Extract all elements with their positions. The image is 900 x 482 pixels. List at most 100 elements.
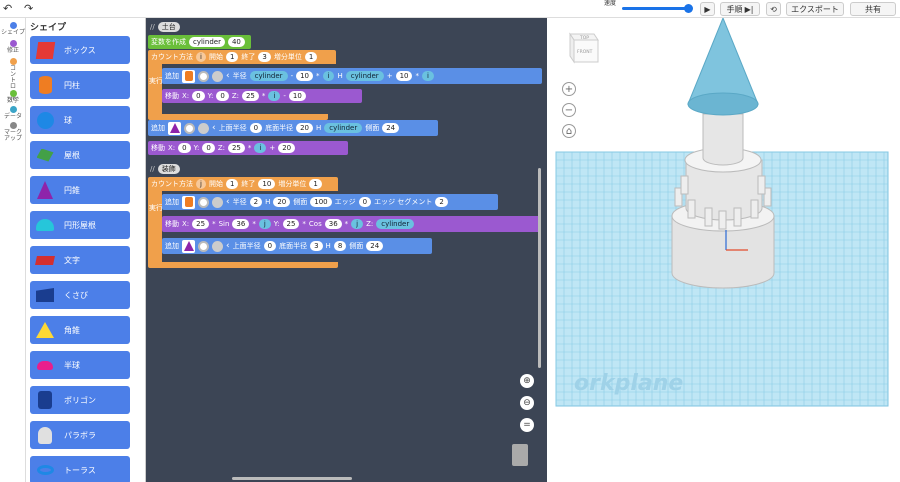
- radius-field[interactable]: 2: [249, 197, 263, 207]
- value-field[interactable]: 10: [395, 71, 413, 81]
- add-cone-block[interactable]: 追加 ‹ 上面半径 0 底面半径 20 Hcylinder 側面 24: [148, 120, 438, 136]
- loop-variable[interactable]: j: [196, 179, 206, 189]
- y-field[interactable]: 25: [282, 219, 300, 229]
- solid-toggle-icon[interactable]: [198, 70, 209, 82]
- loop-start[interactable]: 1: [225, 52, 239, 62]
- y-field[interactable]: 0: [216, 91, 229, 101]
- reset-zoom-icon[interactable]: =: [520, 418, 534, 432]
- hole-toggle-icon[interactable]: [212, 70, 223, 82]
- variable-ref[interactable]: cylinder: [345, 71, 384, 81]
- sides-field[interactable]: 24: [366, 241, 384, 251]
- solid-toggle-icon[interactable]: [184, 122, 195, 134]
- zoom-in-icon[interactable]: +: [562, 82, 576, 96]
- view-cube[interactable]: TOP FRONT: [566, 30, 600, 64]
- x-field[interactable]: 25: [192, 219, 210, 229]
- zoom-in-icon[interactable]: ⊕: [520, 374, 534, 388]
- variable-ref[interactable]: cylinder: [324, 123, 363, 133]
- value-field[interactable]: 10: [296, 71, 314, 81]
- solid-toggle-icon[interactable]: [198, 196, 209, 208]
- palette-item-sphere[interactable]: 球: [30, 106, 130, 134]
- palette-item-pyramid[interactable]: 角錐: [30, 316, 130, 344]
- y-field[interactable]: 0: [202, 143, 215, 153]
- palette-item-polygon[interactable]: ポリゴン: [30, 386, 130, 414]
- variable-ref[interactable]: i: [254, 143, 267, 153]
- comment-block[interactable]: //装飾: [150, 164, 180, 174]
- move-block[interactable]: 移動 X: 0 Y: 0 Z: 25 * i + 20: [148, 141, 348, 155]
- palette-item-half-sphere[interactable]: 半球: [30, 351, 130, 379]
- add-cone-block[interactable]: 追加 ‹ 上面半径 0 底面半径 3 H8 側面 24: [162, 238, 432, 254]
- redo-icon[interactable]: ↷: [24, 2, 33, 15]
- variable-ref[interactable]: j: [258, 219, 271, 229]
- solid-toggle-icon[interactable]: [198, 240, 209, 252]
- reset-button[interactable]: ⟲: [766, 2, 781, 16]
- variable-value[interactable]: 40: [227, 37, 245, 47]
- share-button[interactable]: 共有: [850, 2, 896, 16]
- value-field[interactable]: 20: [278, 143, 296, 153]
- loop-start[interactable]: 1: [225, 179, 239, 189]
- trash-icon[interactable]: [512, 444, 528, 466]
- move-block[interactable]: 移動 X: 0 Y: 0 Z: 25 * i - 10: [162, 89, 362, 103]
- loop-end[interactable]: 3: [258, 52, 271, 62]
- value-field[interactable]: 36: [324, 219, 342, 229]
- palette-item-cone[interactable]: 円錐: [30, 176, 130, 204]
- variable-ref[interactable]: i: [268, 91, 281, 101]
- value-field[interactable]: 36: [232, 219, 250, 229]
- palette-item-round-roof[interactable]: 円形屋根: [30, 211, 130, 239]
- category-markup[interactable]: マークアップ: [0, 122, 26, 142]
- category-math[interactable]: 数学: [0, 90, 26, 104]
- palette-item-box[interactable]: ボックス: [30, 36, 130, 64]
- sides-field[interactable]: 24: [382, 123, 400, 133]
- category-shapes[interactable]: シェイプ: [0, 22, 26, 36]
- horizontal-scrollbar[interactable]: [232, 477, 352, 480]
- palette-item-text[interactable]: 文字: [30, 246, 130, 274]
- create-variable-block[interactable]: 変数を作成 cylinder 40: [148, 35, 251, 49]
- 3d-viewer[interactable]: orkplane TOP FRONT + − ⌂: [548, 18, 900, 482]
- category-data[interactable]: データ: [0, 106, 26, 120]
- height-field[interactable]: 8: [333, 241, 347, 251]
- top-radius-field[interactable]: 0: [263, 241, 277, 251]
- speed-slider[interactable]: [622, 7, 690, 10]
- speed-slider-handle[interactable]: [684, 4, 693, 13]
- undo-icon[interactable]: ↶: [3, 2, 12, 15]
- export-button[interactable]: エクスポート: [786, 2, 844, 16]
- palette-item-paraboloid[interactable]: パラボラ: [30, 421, 130, 449]
- collapse-icon[interactable]: ‹: [212, 123, 216, 133]
- play-button[interactable]: ▶: [700, 2, 715, 16]
- vertical-scrollbar[interactable]: [538, 168, 541, 368]
- edge-segment-field[interactable]: 2: [435, 197, 448, 207]
- variable-ref[interactable]: j: [351, 219, 364, 229]
- x-field[interactable]: 0: [192, 91, 205, 101]
- comment-block[interactable]: //土台: [150, 22, 180, 32]
- loop-step[interactable]: 1: [309, 179, 322, 189]
- palette-item-wedge[interactable]: くさび: [30, 281, 130, 309]
- x-field[interactable]: 0: [178, 143, 191, 153]
- z-field[interactable]: 25: [241, 91, 259, 101]
- palette-item-torus[interactable]: トーラス: [30, 456, 130, 482]
- hole-toggle-icon[interactable]: [212, 240, 223, 252]
- count-loop-block[interactable]: カウント方法 j 開始 1 終了 10 増分単位 1: [148, 177, 338, 191]
- hole-toggle-icon[interactable]: [198, 122, 209, 134]
- z-field[interactable]: 25: [227, 143, 245, 153]
- home-view-icon[interactable]: ⌂: [562, 124, 576, 138]
- edge-field[interactable]: 0: [358, 197, 372, 207]
- variable-ref[interactable]: cylinder: [249, 71, 288, 81]
- loop-step[interactable]: 1: [304, 52, 318, 62]
- code-workspace[interactable]: //土台 変数を作成 cylinder 40 カウント方法 i 開始 1 終了 3 増分単位 1 …: [146, 18, 547, 482]
- value-field[interactable]: 10: [288, 91, 306, 101]
- palette-item-cylinder[interactable]: 円柱: [30, 71, 130, 99]
- variable-name[interactable]: cylinder: [189, 37, 225, 47]
- height-field[interactable]: 20: [273, 197, 291, 207]
- loop-end[interactable]: 10: [258, 179, 276, 189]
- count-loop-block[interactable]: カウント方法 i 開始 1 終了 3 増分単位 1: [148, 50, 336, 64]
- 3d-scene[interactable]: orkplane: [548, 18, 900, 482]
- hole-toggle-icon[interactable]: [212, 196, 223, 208]
- palette-item-roof[interactable]: 屋根: [30, 141, 130, 169]
- top-radius-field[interactable]: 0: [249, 123, 263, 133]
- zoom-out-icon[interactable]: −: [562, 103, 576, 117]
- collapse-icon[interactable]: ‹: [226, 71, 230, 81]
- add-cylinder-block[interactable]: 追加 ‹ 半径 cylinder - 10 * i H cylinder + 1…: [162, 68, 542, 84]
- move-block[interactable]: 移動 X: 25 * Sin 36 * j Y: 25 * Cos 36 * j Z…: [162, 216, 540, 232]
- variable-ref[interactable]: cylinder: [376, 219, 415, 229]
- zoom-out-icon[interactable]: ⊖: [520, 396, 534, 410]
- collapse-icon[interactable]: ‹: [226, 241, 230, 251]
